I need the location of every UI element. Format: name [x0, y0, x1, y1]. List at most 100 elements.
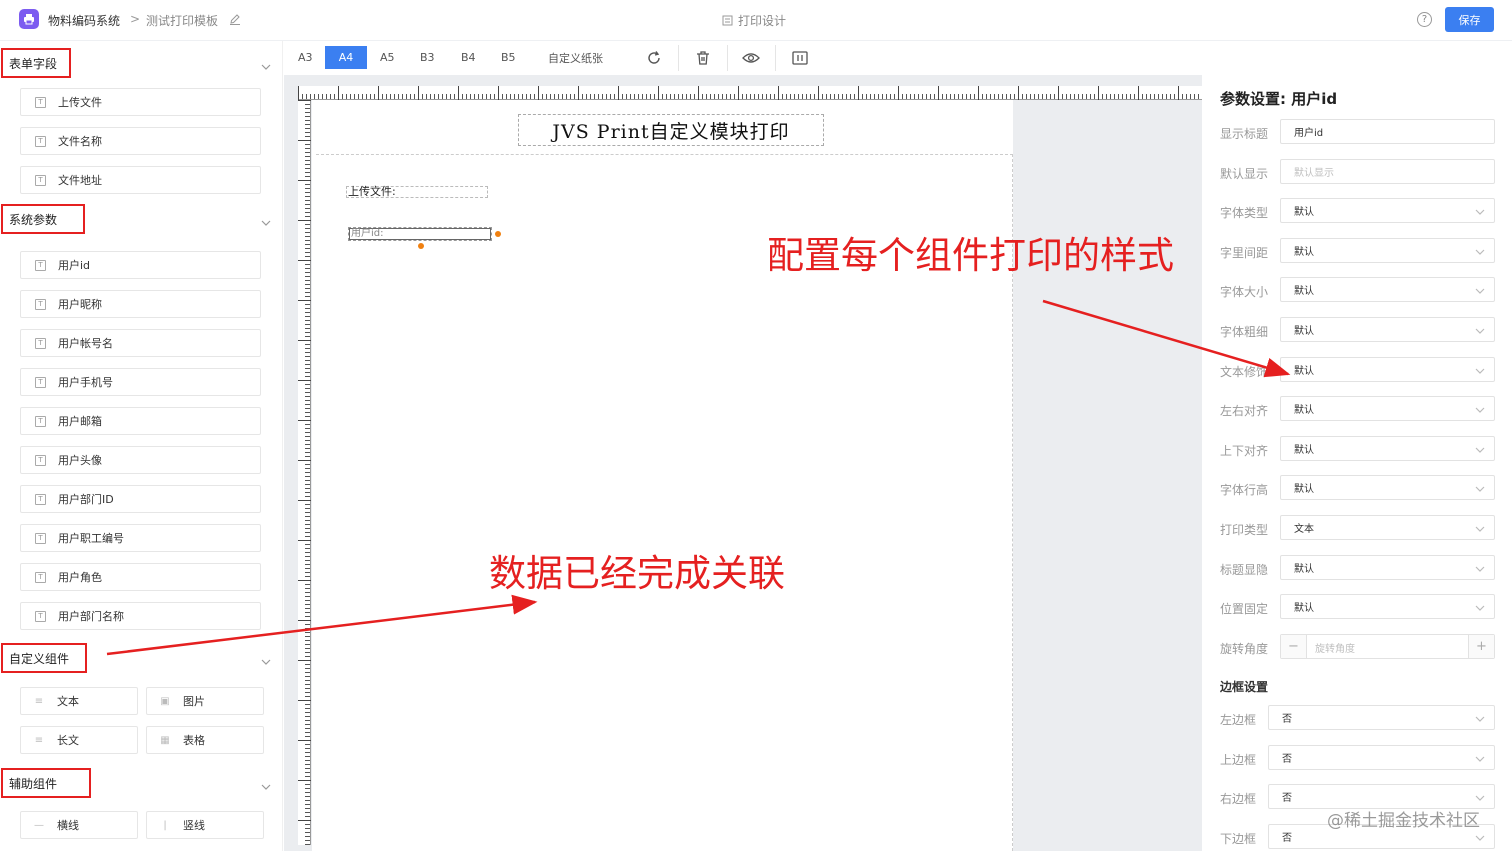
- field-item[interactable]: T 用户帐号名: [20, 329, 261, 357]
- chevron-down-icon: [1475, 405, 1485, 416]
- user-id-element[interactable]: 用户id:: [348, 227, 492, 241]
- paper-a3-button[interactable]: A3: [290, 46, 321, 69]
- toolbar-divider: [775, 45, 776, 71]
- property-label: 字体行高: [1220, 483, 1269, 498]
- property-label: 左右对齐: [1220, 404, 1269, 419]
- field-item-label: 用户部门名称: [58, 610, 124, 623]
- property-value: 默认: [1294, 563, 1314, 575]
- property-select[interactable]: 文本: [1280, 515, 1495, 540]
- property-value: 默认: [1294, 246, 1314, 258]
- text-field-icon: T: [35, 571, 46, 583]
- breadcrumb-app[interactable]: 物料编码系统: [48, 12, 120, 29]
- text-field-icon: T: [35, 96, 46, 108]
- paper-b3-button[interactable]: B3: [412, 46, 443, 69]
- text-field-icon: T: [35, 337, 46, 349]
- paper-a4-button[interactable]: A4: [325, 46, 367, 69]
- field-item-label: 文件地址: [58, 174, 102, 187]
- text-field-icon: T: [35, 493, 46, 505]
- field-item-label: 用户手机号: [58, 376, 113, 389]
- section-header-2[interactable]: 自定义组件: [1, 643, 87, 673]
- edit-pencil-icon[interactable]: [229, 13, 241, 28]
- chevron-down-icon[interactable]: [261, 59, 271, 73]
- rotation-plus-button[interactable]: +: [1468, 635, 1494, 658]
- section-header-3[interactable]: 辅助组件: [1, 768, 91, 798]
- print-page[interactable]: JVS Print自定义模块打印 上传文件: 用户id:: [312, 100, 1013, 851]
- upload-file-element[interactable]: 上传文件:: [346, 186, 488, 198]
- paper-b4-button[interactable]: B4: [453, 46, 484, 69]
- property-select[interactable]: 默认: [1280, 435, 1495, 461]
- field-item[interactable]: T 用户头像: [20, 446, 261, 474]
- field-item[interactable]: T 用户角色: [20, 563, 261, 591]
- property-select[interactable]: 默认: [1280, 356, 1495, 382]
- property-label: 文本修饰: [1220, 364, 1269, 379]
- resize-handle-right[interactable]: [495, 231, 501, 237]
- resize-handle-bottom[interactable]: [418, 243, 424, 249]
- preview-eye-icon[interactable]: [742, 49, 760, 67]
- chevron-down-icon: [1475, 326, 1485, 337]
- horizontal-line-icon: —: [34, 819, 44, 831]
- property-label: 字体大小: [1220, 285, 1269, 300]
- border-select[interactable]: 否: [1268, 744, 1495, 770]
- layout-panel-icon[interactable]: [791, 49, 809, 67]
- field-item[interactable]: T 用户职工编号: [20, 524, 261, 552]
- save-button[interactable]: 保存: [1445, 7, 1494, 32]
- property-select[interactable]: 默认: [1280, 594, 1495, 620]
- property-select[interactable]: 默认: [1280, 277, 1495, 303]
- section-header-0[interactable]: 表单字段: [1, 48, 71, 78]
- field-item-label: 用户昵称: [58, 298, 102, 311]
- component-item[interactable]: ≡ 长文: [20, 726, 138, 754]
- print-title-element[interactable]: JVS Print自定义模块打印: [518, 114, 824, 146]
- component-item-label: 竖线: [183, 819, 205, 832]
- chevron-down-icon: [1475, 366, 1485, 377]
- chevron-down-icon[interactable]: [261, 779, 271, 793]
- component-item[interactable]: ▦ 表格: [146, 726, 264, 754]
- field-item-label: 用户帐号名: [58, 337, 113, 350]
- component-item-label: 横线: [57, 819, 79, 832]
- refresh-icon[interactable]: [645, 49, 663, 67]
- rotation-minus-button[interactable]: −: [1281, 635, 1307, 658]
- property-select[interactable]: 默认: [1280, 317, 1495, 342]
- field-item[interactable]: T 文件地址: [20, 166, 261, 194]
- property-select[interactable]: 默认: [1280, 554, 1495, 580]
- chevron-down-icon[interactable]: [261, 654, 271, 668]
- style-annotation: 配置每个组件打印的样式: [767, 234, 1174, 277]
- field-item[interactable]: T 上传文件: [20, 88, 261, 116]
- component-item[interactable]: | 竖线: [146, 811, 264, 839]
- rotation-stepper[interactable]: − 旋转角度 +: [1280, 634, 1495, 659]
- paper-a5-button[interactable]: A5: [372, 46, 403, 69]
- field-item[interactable]: T 用户邮箱: [20, 407, 261, 435]
- toolbar-divider: [678, 45, 679, 71]
- property-select[interactable]: 默认: [1280, 475, 1495, 501]
- property-value: 默认: [1294, 207, 1314, 219]
- field-item[interactable]: T 用户部门ID: [20, 485, 261, 513]
- text-doc-icon: ≡: [34, 695, 44, 707]
- property-select[interactable]: 默认: [1280, 237, 1495, 263]
- design-canvas[interactable]: JVS Print自定义模块打印 上传文件: 用户id:: [284, 75, 1202, 851]
- property-input[interactable]: 默认显示: [1280, 158, 1495, 184]
- chevron-down-icon[interactable]: [261, 215, 271, 229]
- property-select[interactable]: 默认: [1280, 396, 1495, 422]
- trash-icon[interactable]: [694, 49, 712, 67]
- field-item-label: 用户角色: [58, 571, 102, 584]
- field-item[interactable]: T 文件名称: [20, 127, 261, 155]
- paper-custom-button[interactable]: 自定义纸张: [540, 46, 611, 69]
- rotation-input[interactable]: 旋转角度: [1315, 640, 1355, 655]
- paper-b5-button[interactable]: B5: [493, 46, 524, 69]
- vertical-ruler-major-ticks: [298, 100, 311, 845]
- field-item[interactable]: T 用户昵称: [20, 290, 261, 318]
- border-select[interactable]: 否: [1268, 705, 1495, 730]
- border-label: 左边框: [1220, 713, 1257, 727]
- property-select[interactable]: 默认: [1280, 198, 1495, 224]
- field-item[interactable]: T 用户id: [20, 251, 261, 279]
- field-item[interactable]: T 用户手机号: [20, 368, 261, 396]
- component-item[interactable]: ≡ 文本: [20, 687, 138, 715]
- component-item[interactable]: — 横线: [20, 811, 138, 839]
- property-input[interactable]: 用户id: [1280, 119, 1495, 144]
- component-item[interactable]: ▣ 图片: [146, 687, 264, 715]
- breadcrumb-page: 测试打印模板: [146, 14, 219, 28]
- field-item[interactable]: T 用户部门名称: [20, 602, 261, 630]
- border-label: 下边框: [1220, 831, 1257, 846]
- section-header-1[interactable]: 系统参数: [1, 204, 85, 234]
- help-icon[interactable]: ?: [1417, 12, 1432, 27]
- text-field-icon: T: [35, 135, 46, 147]
